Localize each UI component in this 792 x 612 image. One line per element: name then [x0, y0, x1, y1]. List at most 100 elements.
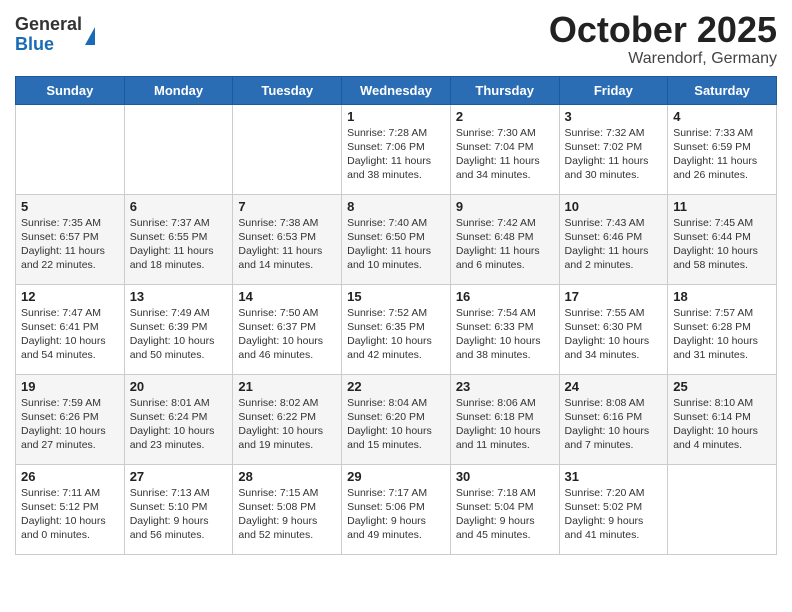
day-number: 3	[565, 109, 663, 124]
week-row-5: 26 Sunrise: 7:11 AM Sunset: 5:12 PM Dayli…	[16, 464, 777, 554]
day-number: 15	[347, 289, 445, 304]
table-row: 23 Sunrise: 8:06 AM Sunset: 6:18 PM Dayli…	[450, 374, 559, 464]
header-wednesday: Wednesday	[342, 76, 451, 104]
header-sunday: Sunday	[16, 76, 125, 104]
day-number: 19	[21, 379, 119, 394]
logo-triangle-icon	[85, 27, 95, 45]
day-number: 8	[347, 199, 445, 214]
day-info: Sunrise: 8:06 AM Sunset: 6:18 PM Dayligh…	[456, 396, 554, 453]
table-row: 15 Sunrise: 7:52 AM Sunset: 6:35 PM Dayli…	[342, 284, 451, 374]
table-row	[233, 104, 342, 194]
table-row: 11 Sunrise: 7:45 AM Sunset: 6:44 PM Dayli…	[668, 194, 777, 284]
table-row: 12 Sunrise: 7:47 AM Sunset: 6:41 PM Dayli…	[16, 284, 125, 374]
table-row: 14 Sunrise: 7:50 AM Sunset: 6:37 PM Dayli…	[233, 284, 342, 374]
table-row: 18 Sunrise: 7:57 AM Sunset: 6:28 PM Dayli…	[668, 284, 777, 374]
week-row-4: 19 Sunrise: 7:59 AM Sunset: 6:26 PM Dayli…	[16, 374, 777, 464]
table-row: 26 Sunrise: 7:11 AM Sunset: 5:12 PM Dayli…	[16, 464, 125, 554]
day-info: Sunrise: 7:17 AM Sunset: 5:06 PM Dayligh…	[347, 486, 445, 543]
week-row-1: 1Sunrise: 7:28 AM Sunset: 7:06 PM Daylig…	[16, 104, 777, 194]
day-number: 11	[673, 199, 771, 214]
week-row-3: 12 Sunrise: 7:47 AM Sunset: 6:41 PM Dayli…	[16, 284, 777, 374]
day-info: Sunrise: 7:52 AM Sunset: 6:35 PM Dayligh…	[347, 306, 445, 363]
day-info: Sunrise: 7:33 AM Sunset: 6:59 PM Dayligh…	[673, 126, 771, 183]
day-number: 2	[456, 109, 554, 124]
day-info: Sunrise: 7:45 AM Sunset: 6:44 PM Dayligh…	[673, 216, 771, 273]
day-info: Sunrise: 7:37 AM Sunset: 6:55 PM Dayligh…	[130, 216, 228, 273]
table-row	[124, 104, 233, 194]
day-number: 20	[130, 379, 228, 394]
day-number: 27	[130, 469, 228, 484]
table-row	[16, 104, 125, 194]
day-number: 4	[673, 109, 771, 124]
table-row: 9 Sunrise: 7:42 AM Sunset: 6:48 PM Daylig…	[450, 194, 559, 284]
day-info: Sunrise: 7:18 AM Sunset: 5:04 PM Dayligh…	[456, 486, 554, 543]
table-row: 8Sunrise: 7:40 AM Sunset: 6:50 PM Daylig…	[342, 194, 451, 284]
table-row: 31 Sunrise: 7:20 AM Sunset: 5:02 PM Dayli…	[559, 464, 668, 554]
day-info: Sunrise: 7:20 AM Sunset: 5:02 PM Dayligh…	[565, 486, 663, 543]
table-row: 27 Sunrise: 7:13 AM Sunset: 5:10 PM Dayli…	[124, 464, 233, 554]
table-row: 2 Sunrise: 7:30 AM Sunset: 7:04 PM Daylig…	[450, 104, 559, 194]
table-row: 29 Sunrise: 7:17 AM Sunset: 5:06 PM Dayli…	[342, 464, 451, 554]
table-row: 17 Sunrise: 7:55 AM Sunset: 6:30 PM Dayli…	[559, 284, 668, 374]
day-number: 23	[456, 379, 554, 394]
day-number: 17	[565, 289, 663, 304]
day-number: 24	[565, 379, 663, 394]
day-number: 6	[130, 199, 228, 214]
calendar-table: Sunday Monday Tuesday Wednesday Thursday…	[15, 76, 777, 555]
day-info: Sunrise: 7:15 AM Sunset: 5:08 PM Dayligh…	[238, 486, 336, 543]
day-info: Sunrise: 7:42 AM Sunset: 6:48 PM Dayligh…	[456, 216, 554, 273]
table-row: 30 Sunrise: 7:18 AM Sunset: 5:04 PM Dayli…	[450, 464, 559, 554]
day-info: Sunrise: 7:55 AM Sunset: 6:30 PM Dayligh…	[565, 306, 663, 363]
day-info: Sunrise: 7:54 AM Sunset: 6:33 PM Dayligh…	[456, 306, 554, 363]
day-info: Sunrise: 8:04 AM Sunset: 6:20 PM Dayligh…	[347, 396, 445, 453]
day-number: 28	[238, 469, 336, 484]
day-number: 18	[673, 289, 771, 304]
day-number: 21	[238, 379, 336, 394]
day-info: Sunrise: 7:59 AM Sunset: 6:26 PM Dayligh…	[21, 396, 119, 453]
day-info: Sunrise: 7:43 AM Sunset: 6:46 PM Dayligh…	[565, 216, 663, 273]
day-info: Sunrise: 7:11 AM Sunset: 5:12 PM Dayligh…	[21, 486, 119, 543]
day-info: Sunrise: 8:10 AM Sunset: 6:14 PM Dayligh…	[673, 396, 771, 453]
table-row: 21Sunrise: 8:02 AM Sunset: 6:22 PM Dayli…	[233, 374, 342, 464]
day-number: 29	[347, 469, 445, 484]
day-number: 26	[21, 469, 119, 484]
day-info: Sunrise: 8:01 AM Sunset: 6:24 PM Dayligh…	[130, 396, 228, 453]
day-info: Sunrise: 7:38 AM Sunset: 6:53 PM Dayligh…	[238, 216, 336, 273]
week-row-2: 5Sunrise: 7:35 AM Sunset: 6:57 PM Daylig…	[16, 194, 777, 284]
header-friday: Friday	[559, 76, 668, 104]
day-number: 31	[565, 469, 663, 484]
header-thursday: Thursday	[450, 76, 559, 104]
day-number: 7	[238, 199, 336, 214]
weekday-header-row: Sunday Monday Tuesday Wednesday Thursday…	[16, 76, 777, 104]
table-row: 5Sunrise: 7:35 AM Sunset: 6:57 PM Daylig…	[16, 194, 125, 284]
day-number: 9	[456, 199, 554, 214]
title-block: October 2025 Warendorf, Germany	[549, 10, 777, 68]
header-saturday: Saturday	[668, 76, 777, 104]
table-row: 25 Sunrise: 8:10 AM Sunset: 6:14 PM Dayli…	[668, 374, 777, 464]
day-info: Sunrise: 7:57 AM Sunset: 6:28 PM Dayligh…	[673, 306, 771, 363]
day-number: 14	[238, 289, 336, 304]
day-info: Sunrise: 7:50 AM Sunset: 6:37 PM Dayligh…	[238, 306, 336, 363]
day-number: 10	[565, 199, 663, 214]
table-row: 28 Sunrise: 7:15 AM Sunset: 5:08 PM Dayli…	[233, 464, 342, 554]
day-number: 30	[456, 469, 554, 484]
day-info: Sunrise: 7:49 AM Sunset: 6:39 PM Dayligh…	[130, 306, 228, 363]
header-tuesday: Tuesday	[233, 76, 342, 104]
day-info: Sunrise: 7:30 AM Sunset: 7:04 PM Dayligh…	[456, 126, 554, 183]
day-number: 12	[21, 289, 119, 304]
table-row: 3 Sunrise: 7:32 AM Sunset: 7:02 PM Daylig…	[559, 104, 668, 194]
page-header: General Blue October 2025 Warendorf, Ger…	[15, 10, 777, 68]
day-info: Sunrise: 7:32 AM Sunset: 7:02 PM Dayligh…	[565, 126, 663, 183]
table-row: 1Sunrise: 7:28 AM Sunset: 7:06 PM Daylig…	[342, 104, 451, 194]
table-row: 24Sunrise: 8:08 AM Sunset: 6:16 PM Dayli…	[559, 374, 668, 464]
logo-blue: Blue	[15, 35, 82, 55]
day-info: Sunrise: 7:13 AM Sunset: 5:10 PM Dayligh…	[130, 486, 228, 543]
day-info: Sunrise: 7:28 AM Sunset: 7:06 PM Dayligh…	[347, 126, 445, 183]
day-number: 22	[347, 379, 445, 394]
day-info: Sunrise: 7:47 AM Sunset: 6:41 PM Dayligh…	[21, 306, 119, 363]
day-number: 25	[673, 379, 771, 394]
table-row: 19 Sunrise: 7:59 AM Sunset: 6:26 PM Dayli…	[16, 374, 125, 464]
table-row: 22 Sunrise: 8:04 AM Sunset: 6:20 PM Dayli…	[342, 374, 451, 464]
logo-general: General	[15, 15, 82, 35]
logo: General Blue	[15, 15, 95, 55]
